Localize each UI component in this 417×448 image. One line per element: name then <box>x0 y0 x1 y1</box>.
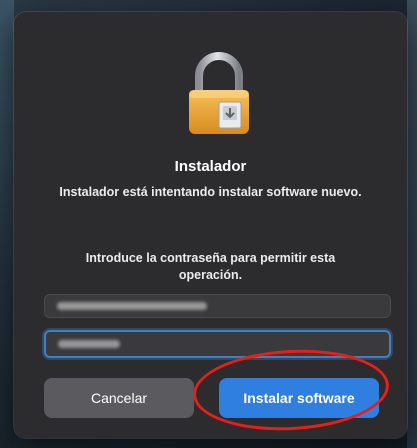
dialog-prompt: Introduce la contraseña para permitir es… <box>85 251 336 282</box>
dialog-title: Instalador <box>174 158 247 175</box>
desktop-background-left <box>0 0 14 448</box>
password-field[interactable] <box>44 330 391 358</box>
dialog-message: Instalador está intentando instalar soft… <box>59 185 362 199</box>
lock-icon <box>185 52 253 136</box>
username-blurred-value <box>57 302 207 310</box>
install-software-button[interactable]: Instalar software <box>219 378 379 418</box>
installer-auth-dialog: Instalador Instalador está intentando in… <box>14 12 407 438</box>
username-field[interactable] <box>44 294 391 318</box>
desktop-background-right <box>407 0 417 448</box>
cancel-button[interactable]: Cancelar <box>44 378 194 418</box>
password-masked-value <box>58 340 120 348</box>
